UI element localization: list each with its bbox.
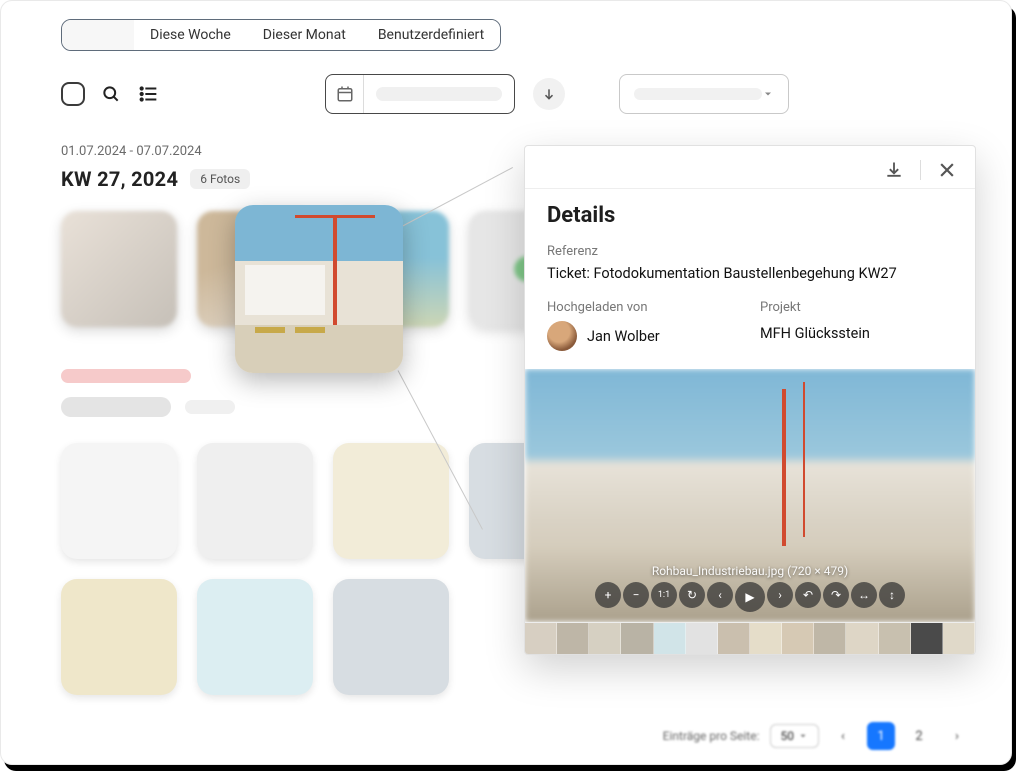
undo-button[interactable]: ↶: [795, 582, 821, 608]
mini-thumb[interactable]: [846, 623, 878, 654]
photo-count-badge: 6 Fotos: [190, 169, 250, 189]
page-1-button[interactable]: 1: [867, 722, 895, 750]
mini-thumb[interactable]: [750, 623, 782, 654]
photo-thumb[interactable]: [61, 211, 177, 327]
mini-thumb[interactable]: [589, 623, 621, 654]
viewer-caption: Rohbau_Industriebau.jpg (720 × 479): [525, 564, 975, 578]
pagination: Einträge pro Seite: 50 ‹ 1 2 ›: [663, 722, 971, 750]
date-picker[interactable]: [325, 74, 515, 114]
mini-thumb[interactable]: [654, 623, 686, 654]
photo-thumb[interactable]: [333, 579, 449, 695]
mini-thumb[interactable]: [557, 623, 589, 654]
reference-label: Referenz: [547, 244, 953, 259]
photo-thumb[interactable]: [61, 443, 177, 559]
uploaded-by-value: Jan Wolber: [587, 328, 660, 345]
viewer-thumbstrip[interactable]: [525, 622, 975, 654]
reference-value: Ticket: Fotodokumentation Baustellenbege…: [547, 265, 953, 282]
close-icon[interactable]: [933, 156, 961, 184]
tab-this-month[interactable]: Dieser Monat: [247, 20, 362, 50]
mini-thumb[interactable]: [782, 623, 814, 654]
details-body: Details Referenz Ticket: Fotodokumentati…: [525, 188, 975, 369]
flip-vertical-button[interactable]: ↕: [879, 582, 905, 608]
mini-thumb[interactable]: [879, 623, 911, 654]
mini-thumb[interactable]: [686, 623, 718, 654]
photo-thumb[interactable]: [197, 443, 313, 559]
details-panel: Details Referenz Ticket: Fotodokumentati…: [524, 145, 976, 655]
mini-thumb[interactable]: [621, 623, 653, 654]
date-value-placeholder: [376, 87, 502, 101]
avatar: [547, 321, 577, 351]
chevron-down-icon: [762, 88, 774, 100]
redo-button[interactable]: ↷: [823, 582, 849, 608]
sort-button[interactable]: [533, 78, 565, 110]
photo-thumb[interactable]: [197, 579, 313, 695]
pagination-label: Einträge pro Seite:: [663, 729, 760, 743]
flip-horizontal-button[interactable]: ↔: [851, 582, 877, 608]
photo-thumb[interactable]: [61, 579, 177, 695]
viewer-image-detail: [782, 389, 786, 546]
tab-this-week[interactable]: Diese Woche: [134, 20, 247, 50]
mini-thumb[interactable]: [525, 623, 557, 654]
tab-custom[interactable]: Benutzerdefiniert: [362, 20, 500, 50]
placeholder-count: [185, 400, 235, 414]
zoom-in-button[interactable]: +: [595, 582, 621, 608]
project-label: Projekt: [760, 300, 953, 315]
play-button[interactable]: ▶: [735, 582, 765, 612]
date-range-tabs: Diese Woche Dieser Monat Benutzerdefinie…: [61, 19, 501, 51]
uploaded-by-label: Hochgeladen von: [547, 300, 740, 315]
hovered-photo-preview[interactable]: [235, 205, 403, 373]
image-viewer[interactable]: Rohbau_Industriebau.jpg (720 × 479) + − …: [525, 369, 975, 622]
divider: [920, 160, 921, 180]
photo-thumb[interactable]: [333, 443, 449, 559]
chevron-down-icon: [798, 731, 808, 741]
dropdown-placeholder: [634, 88, 762, 100]
mini-thumb[interactable]: [718, 623, 750, 654]
mini-thumb[interactable]: [943, 623, 975, 654]
mini-thumb[interactable]: [814, 623, 846, 654]
prev-page-button[interactable]: ‹: [829, 722, 857, 750]
zoom-out-button[interactable]: −: [623, 582, 649, 608]
calendar-icon: [326, 75, 364, 113]
project-value: MFH Glücksstein: [760, 325, 953, 342]
placeholder-range: [61, 369, 191, 383]
next-page-button[interactable]: ›: [943, 722, 971, 750]
list-view-icon[interactable]: [137, 82, 161, 106]
download-icon[interactable]: [880, 156, 908, 184]
tab-active[interactable]: [62, 20, 134, 50]
details-toolbar: [525, 146, 975, 188]
mini-thumb[interactable]: [911, 623, 943, 654]
details-header: Details: [547, 203, 953, 228]
one-to-one-button[interactable]: 1:1: [651, 582, 677, 608]
page-2-button[interactable]: 2: [905, 722, 933, 750]
next-button[interactable]: ›: [767, 582, 793, 608]
prev-button[interactable]: ‹: [707, 582, 733, 608]
search-icon[interactable]: [99, 82, 123, 106]
week-title: KW 27, 2024: [61, 167, 178, 191]
filter-dropdown[interactable]: [619, 74, 789, 114]
placeholder-title: [61, 397, 171, 417]
viewer-controls: + − 1:1 ↻ ‹ ▶ › ↶ ↷ ↔ ↕: [525, 582, 975, 612]
toolbar: [61, 74, 985, 114]
rotate-button[interactable]: ↻: [679, 582, 705, 608]
page-size-select[interactable]: 50: [770, 724, 820, 748]
select-all-checkbox[interactable]: [61, 82, 85, 106]
